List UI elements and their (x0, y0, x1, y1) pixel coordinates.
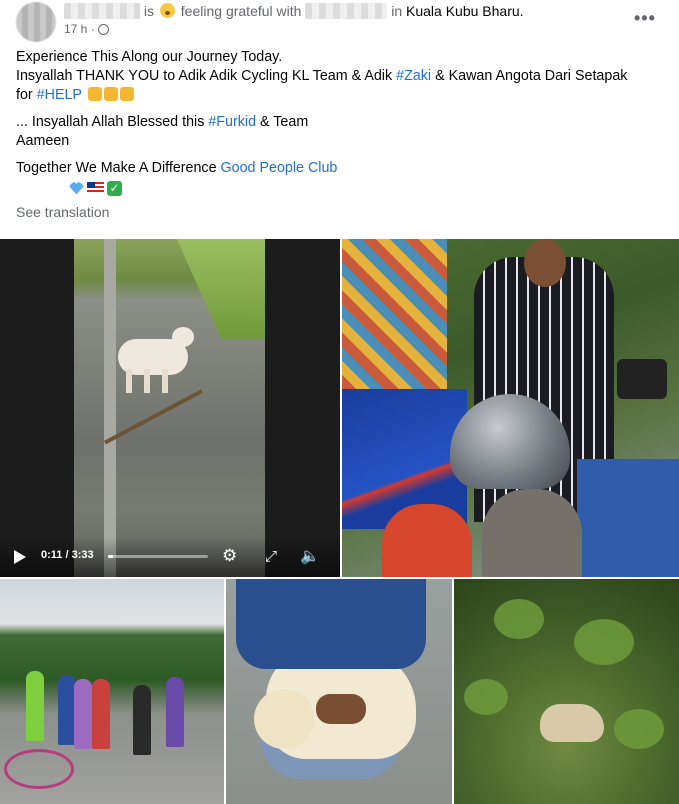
photo-dog-being-treated[interactable] (226, 579, 452, 804)
post-line-5: Aameen (16, 133, 70, 149)
post-timestamp[interactable]: 17 h · (64, 22, 95, 36)
location-link[interactable]: Kuala Kubu Bharu. (406, 3, 524, 19)
post-author-line: is feeling grateful with in Kuala Kubu B… (64, 3, 524, 19)
feeling-emoji-icon (159, 3, 175, 18)
clap-emoji-icon (87, 87, 102, 101)
malaysia-flag-icon (87, 182, 104, 194)
post-text: Experience This Along our Journey Today.… (16, 48, 666, 222)
play-icon[interactable] (14, 550, 26, 564)
video-frame-dog-on-road (74, 239, 265, 577)
feeling-text: feeling grateful with (180, 3, 302, 19)
check-mark-icon: ✓ (107, 180, 122, 196)
photo-dog-resting-grass[interactable] (454, 579, 679, 804)
settings-gear-icon[interactable]: ⚙ (222, 547, 240, 565)
video-progress-bar[interactable] (108, 555, 208, 558)
hashtag-furkid[interactable]: #Furkid (208, 114, 256, 130)
video-progress-fill (108, 555, 113, 558)
globe-icon (97, 23, 109, 35)
video-player[interactable]: 0:11 / 3:33 ⚙ ⤢ 🔈 (0, 239, 340, 577)
video-time: 0:11 / 3:33 (41, 549, 94, 561)
location-prefix: in (391, 3, 403, 19)
hashtag-zaki[interactable]: #Zaki (396, 68, 431, 84)
blue-heart-icon (69, 181, 84, 195)
see-translation-link[interactable]: See translation (16, 203, 666, 222)
post-line-1: Experience This Along our Journey Today. (16, 49, 283, 65)
post-header: is feeling grateful with in Kuala Kubu B… (0, 0, 679, 42)
video-controls: 0:11 / 3:33 ⚙ ⤢ 🔈 (0, 537, 340, 577)
blurred-tagged-friend[interactable] (305, 3, 388, 19)
clap-emoji-icon (119, 87, 134, 101)
post-line-2: Insyallah THANK YOU to Adik Adik Cycling… (16, 68, 628, 84)
volume-icon[interactable]: 🔈 (300, 547, 322, 565)
good-people-club-link[interactable]: Good People Club (221, 160, 338, 176)
profile-avatar[interactable] (16, 2, 56, 42)
photo-helping-dog-group[interactable] (342, 239, 679, 577)
clap-emoji-icon (103, 87, 118, 101)
more-options-icon[interactable]: ••• (634, 8, 656, 29)
emoji-row: ✓ (16, 178, 666, 198)
photo-cyclists-roadside[interactable] (0, 579, 224, 804)
blurred-author-name[interactable] (64, 3, 140, 19)
hashtag-help[interactable]: #HELP (37, 87, 82, 103)
post-line-3: for #HELP (16, 86, 666, 105)
post-meta: 17 h · (64, 22, 109, 36)
fullscreen-icon[interactable]: ⤢ (265, 547, 283, 565)
post-line-6: Together We Make A Difference Good Peopl… (16, 160, 338, 176)
post-line-4: ... Insyallah Allah Blessed this #Furkid… (16, 114, 309, 130)
is-label: is (143, 3, 155, 19)
